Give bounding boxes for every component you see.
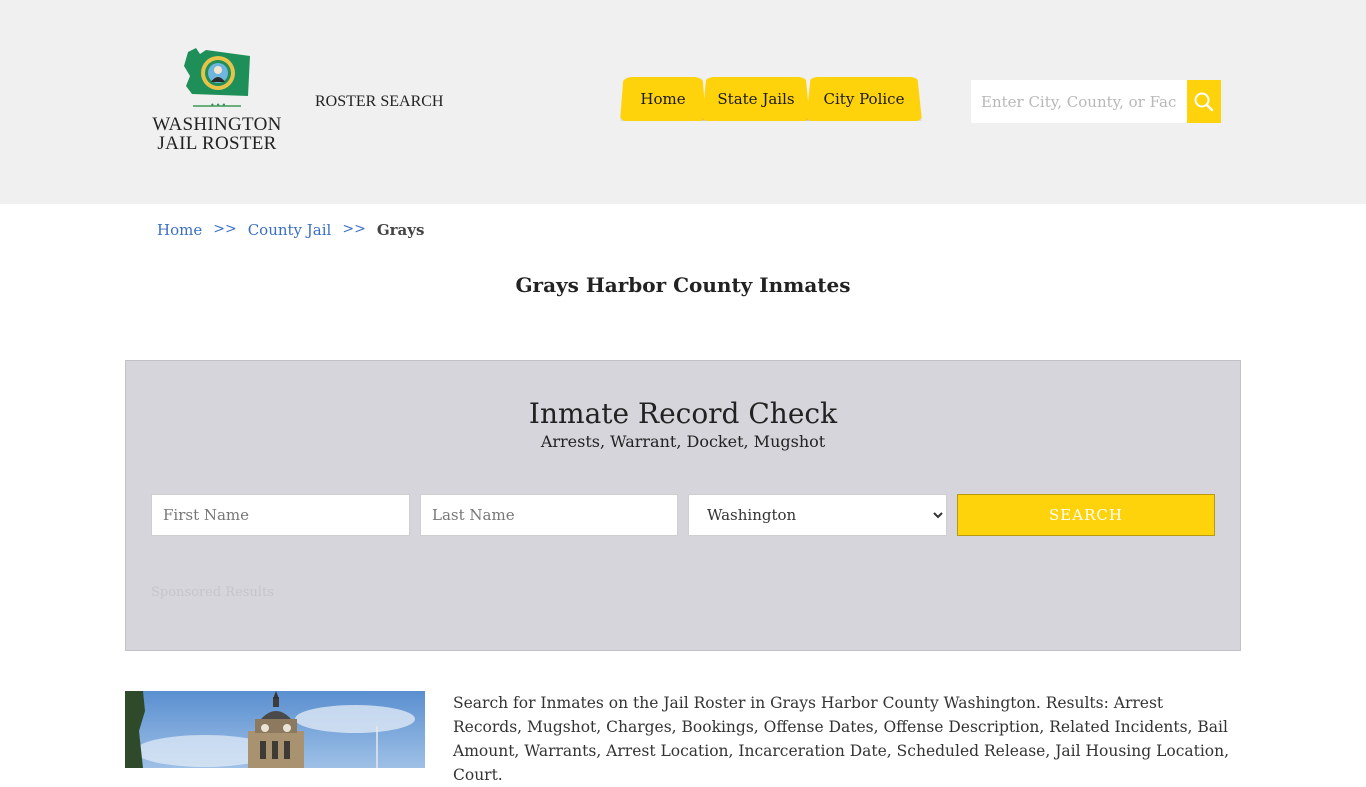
record-search-button[interactable]: SEARCH: [957, 494, 1215, 536]
main-nav: Home State Jails City Police: [620, 77, 922, 121]
breadcrumb-current: Grays: [376, 221, 425, 239]
logo-line-1: WASHINGTON: [152, 114, 282, 135]
breadcrumb-separator: >>: [213, 221, 237, 237]
washington-state-seal-icon: [184, 48, 250, 96]
record-check-subtitle: Arrests, Warrant, Docket, Mugshot: [540, 432, 826, 451]
search-icon: [1194, 92, 1214, 111]
breadcrumb: Home >> County Jail >> Grays: [157, 221, 424, 239]
nav-tab-city-police[interactable]: City Police: [806, 77, 922, 121]
roster-search-label[interactable]: ROSTER SEARCH: [315, 93, 443, 111]
logo-dots: •••: [210, 101, 228, 110]
last-name-input[interactable]: [420, 494, 678, 536]
site-header: ••• WASHINGTON JAIL ROSTER ROSTER SEARCH…: [0, 0, 1366, 204]
sponsored-results-label: Sponsored Results: [151, 585, 274, 600]
breadcrumb-separator: >>: [342, 221, 366, 237]
record-check-title: Inmate Record Check: [528, 397, 838, 430]
courthouse-image: [125, 691, 425, 768]
nav-tab-home[interactable]: Home: [620, 77, 706, 121]
site-logo[interactable]: ••• WASHINGTON JAIL ROSTER: [148, 44, 288, 159]
breadcrumb-county-jail[interactable]: County Jail: [248, 221, 332, 239]
logo-text: WASHINGTON JAIL ROSTER: [148, 115, 286, 153]
inmate-record-check-panel: Inmate Record Check Arrests, Warrant, Do…: [125, 360, 1241, 651]
first-name-input[interactable]: [151, 494, 410, 536]
nav-tab-state-jails[interactable]: State Jails: [702, 77, 810, 121]
breadcrumb-home[interactable]: Home: [157, 221, 202, 239]
page-title: Grays Harbor County Inmates: [515, 273, 851, 297]
county-description: Search for Inmates on the Jail Roster in…: [453, 694, 1230, 784]
facility-search-button[interactable]: [1187, 80, 1221, 123]
facility-search-input[interactable]: [971, 80, 1187, 123]
logo-line-2: JAIL ROSTER: [157, 133, 277, 154]
state-select[interactable]: Washington: [688, 494, 947, 536]
